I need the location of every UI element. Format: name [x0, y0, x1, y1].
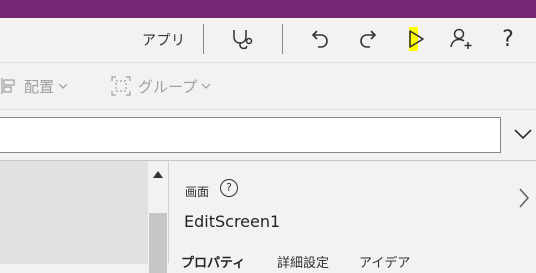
group-label: グループ [138, 77, 198, 96]
group-icon [111, 76, 131, 96]
align-icon [1, 78, 15, 94]
vertical-scrollbar[interactable] [148, 160, 168, 273]
properties-panel: 画面 ? EditScreen1 プロパティ 詳細設定 アイデア [168, 160, 536, 271]
chevron-down-icon [201, 83, 211, 89]
chevron-right-icon[interactable] [517, 187, 531, 209]
formula-bar [0, 110, 536, 160]
command-bar: アプリ ? [0, 18, 536, 63]
tab-ideas[interactable]: アイデア [359, 252, 410, 271]
preview-play-icon[interactable] [402, 24, 430, 54]
align-button[interactable]: 配置 [0, 75, 69, 97]
command-bar-divider [203, 24, 204, 54]
chevron-down-icon [58, 83, 68, 89]
app-menu-button[interactable]: アプリ [142, 30, 186, 50]
formula-input[interactable] [0, 117, 501, 153]
app-checker-icon[interactable] [228, 24, 256, 54]
ribbon: 配置 グループ [0, 63, 536, 110]
redo-icon[interactable] [354, 24, 382, 54]
object-type-label: 画面 [185, 185, 210, 199]
chevron-down-icon[interactable] [512, 124, 534, 144]
title-bar [0, 0, 536, 18]
scroll-up-arrow-icon[interactable] [153, 171, 163, 178]
help-circle-icon[interactable]: ? [220, 179, 238, 197]
share-user-icon[interactable] [447, 24, 475, 54]
group-button[interactable]: グループ [110, 75, 212, 97]
tab-properties[interactable]: プロパティ [181, 252, 245, 271]
canvas-area[interactable] [0, 160, 148, 264]
align-label: 配置 [24, 77, 55, 96]
object-name[interactable]: EditScreen1 [184, 212, 280, 231]
help-icon[interactable]: ? [494, 24, 522, 54]
undo-icon[interactable] [306, 24, 334, 54]
scroll-thumb[interactable] [149, 213, 167, 273]
command-bar-divider [282, 24, 283, 54]
tab-advanced[interactable]: 詳細設定 [277, 252, 329, 271]
